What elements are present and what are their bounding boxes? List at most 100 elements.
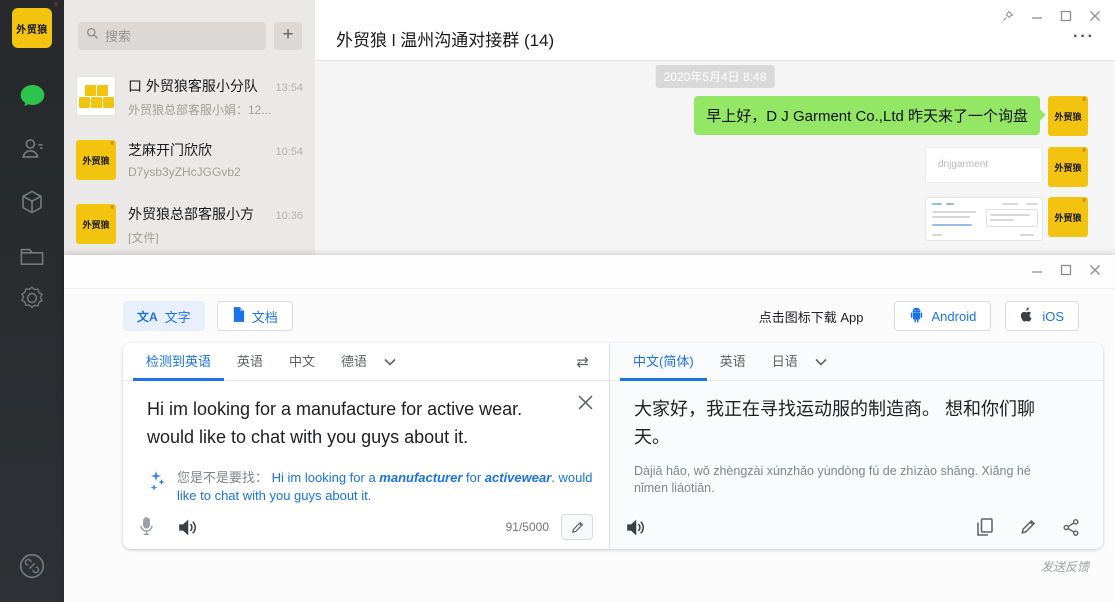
chat-title: 外贸狼 l 温州沟通对接群 (14) [336, 26, 554, 51]
add-chat-button[interactable]: + [274, 22, 302, 50]
share-translation-icon[interactable] [1063, 518, 1079, 536]
listen-source-icon[interactable] [178, 519, 197, 536]
translator-window: 文A 文字 文档 点击图标下载 App Android [64, 255, 1115, 602]
microphone-icon[interactable] [139, 517, 154, 537]
spelling-suggestion: 您是不是要找： Hi im looking for a manufacturer… [147, 469, 593, 505]
target-language-tabs: 中文(简体) 英语 日语 [610, 343, 1103, 381]
outgoing-message-bubble[interactable]: 早上好，D J Garment Co.,Ltd 昨天来了一个询盘 [694, 96, 1040, 135]
self-avatar[interactable]: 外贸狼® [1048, 96, 1088, 136]
sidebar-item-contacts[interactable] [0, 128, 64, 168]
avatar-text: 外贸狼 [1054, 110, 1081, 123]
chat-header: 外贸狼 l 温州沟通对接群 (14) ··· [315, 0, 1115, 61]
target-footer [610, 505, 1103, 549]
contact-avatar: 外贸狼® [76, 140, 116, 180]
sidebar-item-products[interactable] [0, 182, 64, 222]
chat-item-preview: [文件] [128, 229, 303, 244]
avatar-text: 外贸狼 [82, 154, 109, 167]
sidebar-item-apps[interactable] [0, 278, 64, 318]
android-icon [909, 307, 924, 326]
chat-item-preview: D7ysb3yZHcJGGvb2 [128, 165, 303, 179]
clear-source-icon[interactable] [578, 395, 593, 415]
apple-icon [1020, 307, 1034, 326]
source-text-area[interactable]: Hi im looking for a manufacture for acti… [123, 381, 609, 505]
copy-translation-icon[interactable] [977, 518, 993, 536]
edit-source-button[interactable] [561, 514, 593, 540]
app-logo[interactable]: 外贸狼 ® [12, 8, 52, 48]
maximize-icon[interactable] [1051, 259, 1080, 281]
close-icon[interactable] [1080, 259, 1109, 281]
chat-bubble-icon [19, 83, 46, 109]
bubble-tail [1034, 109, 1045, 120]
tab-english[interactable]: 英语 [707, 343, 759, 381]
maximize-icon[interactable] [1051, 5, 1080, 27]
translator-toolbar: 文A 文字 文档 点击图标下载 App Android [64, 289, 1115, 343]
chat-item-time: 10:54 [275, 146, 303, 158]
sidebar-item-link[interactable] [0, 546, 64, 586]
document-mode-button[interactable]: 文档 [217, 301, 293, 331]
screenshot-image-message[interactable] [925, 197, 1043, 241]
tab-english[interactable]: 英语 [224, 343, 276, 381]
seal-badge-icon [19, 285, 45, 311]
tab-chinese-simplified[interactable]: 中文(简体) [620, 343, 707, 381]
chevron-down-icon[interactable] [384, 358, 396, 366]
sidebar-item-chats[interactable] [0, 76, 64, 116]
chat-item-title: 口 外贸狼客服小分队 [128, 76, 258, 96]
cube-icon [19, 189, 45, 215]
message-text: 早上好，D J Garment Co.,Ltd 昨天来了一个询盘 [706, 108, 1028, 125]
link-circle-icon [17, 551, 47, 581]
search-icon [86, 27, 99, 45]
tab-german[interactable]: 德语 [328, 343, 380, 381]
chat-item-title: 外贸狼总部客服小方 [128, 204, 254, 224]
chat-list-item[interactable]: 外贸狼® 芝麻开门欣欣 10:54 D7ysb3yZHcJGGvb2 [64, 128, 315, 192]
translate-text-icon: 文A [137, 308, 158, 325]
chat-list-item[interactable]: 口 外贸狼客服小分队 13:54 外贸狼总部客服小娟：12... [64, 64, 315, 128]
search-row: + [64, 0, 315, 64]
search-input-wrap[interactable] [78, 22, 266, 50]
tab-japanese[interactable]: 日语 [759, 343, 811, 381]
sparkle-icon [147, 469, 167, 505]
avatar-text: 外贸狼 [1054, 211, 1081, 224]
self-avatar[interactable]: 外贸狼® [1048, 197, 1088, 237]
sidebar-item-desktop[interactable] [0, 590, 64, 602]
minimize-icon[interactable] [1022, 259, 1051, 281]
self-avatar[interactable]: 外贸狼® [1048, 147, 1088, 187]
minimize-icon[interactable] [1022, 5, 1051, 27]
source-footer: 91/5000 [123, 505, 609, 549]
close-icon[interactable] [1080, 5, 1109, 27]
document-icon [232, 307, 245, 325]
chat-item-time: 10:36 [275, 210, 303, 222]
link-card-message[interactable]: dnjgarment [925, 147, 1043, 183]
date-separator: 2020年5月4日 8:48 [656, 65, 775, 88]
chat-more-button[interactable]: ··· [1073, 28, 1095, 46]
source-text[interactable]: Hi im looking for a manufacture for acti… [147, 395, 547, 451]
pin-icon[interactable] [993, 5, 1022, 27]
suggest-edit-icon[interactable] [1020, 518, 1036, 536]
app-logo-text: 外贸狼 [16, 21, 48, 36]
translator-titlebar [64, 255, 1115, 289]
android-download-button[interactable]: Android [894, 301, 992, 331]
ios-download-button[interactable]: iOS [1005, 301, 1079, 331]
chat-list-item[interactable]: 外贸狼® 外贸狼总部客服小方 10:36 [文件] [64, 192, 315, 256]
tab-detected-language[interactable]: 检测到英语 [133, 343, 224, 381]
chat-item-time: 13:54 [275, 82, 303, 94]
avatar-text: 外贸狼 [82, 218, 109, 231]
swap-languages-icon[interactable]: ⇄ [576, 353, 589, 371]
tab-chinese[interactable]: 中文 [276, 343, 328, 381]
app-window: 外贸狼 ® [0, 0, 1115, 602]
chat-item-title: 芝麻开门欣欣 [128, 140, 212, 160]
listen-target-icon[interactable] [626, 519, 645, 536]
chevron-down-icon[interactable] [815, 358, 827, 366]
sidebar-item-files[interactable] [0, 236, 64, 276]
send-feedback-link[interactable]: 发送反馈 [1041, 558, 1089, 575]
character-count: 91/5000 [506, 520, 549, 534]
search-input[interactable] [105, 29, 255, 44]
window-controls [993, 5, 1109, 27]
suggestion-prefix: 您是不是要找： [177, 470, 268, 485]
pinyin-transliteration: Dàjiā hǎo, wǒ zhèngzài xúnzhǎo yùndòng f… [634, 463, 1063, 497]
chat-item-preview: 外贸狼总部客服小娟：12... [128, 101, 303, 116]
folder-icon [19, 244, 45, 268]
text-mode-label: 文字 [165, 307, 191, 326]
text-mode-button[interactable]: 文A 文字 [123, 301, 205, 331]
document-mode-label: 文档 [252, 307, 278, 326]
translated-text: 大家好，我正在寻找运动服的制造商。 想和你们聊天。 [634, 395, 1063, 451]
